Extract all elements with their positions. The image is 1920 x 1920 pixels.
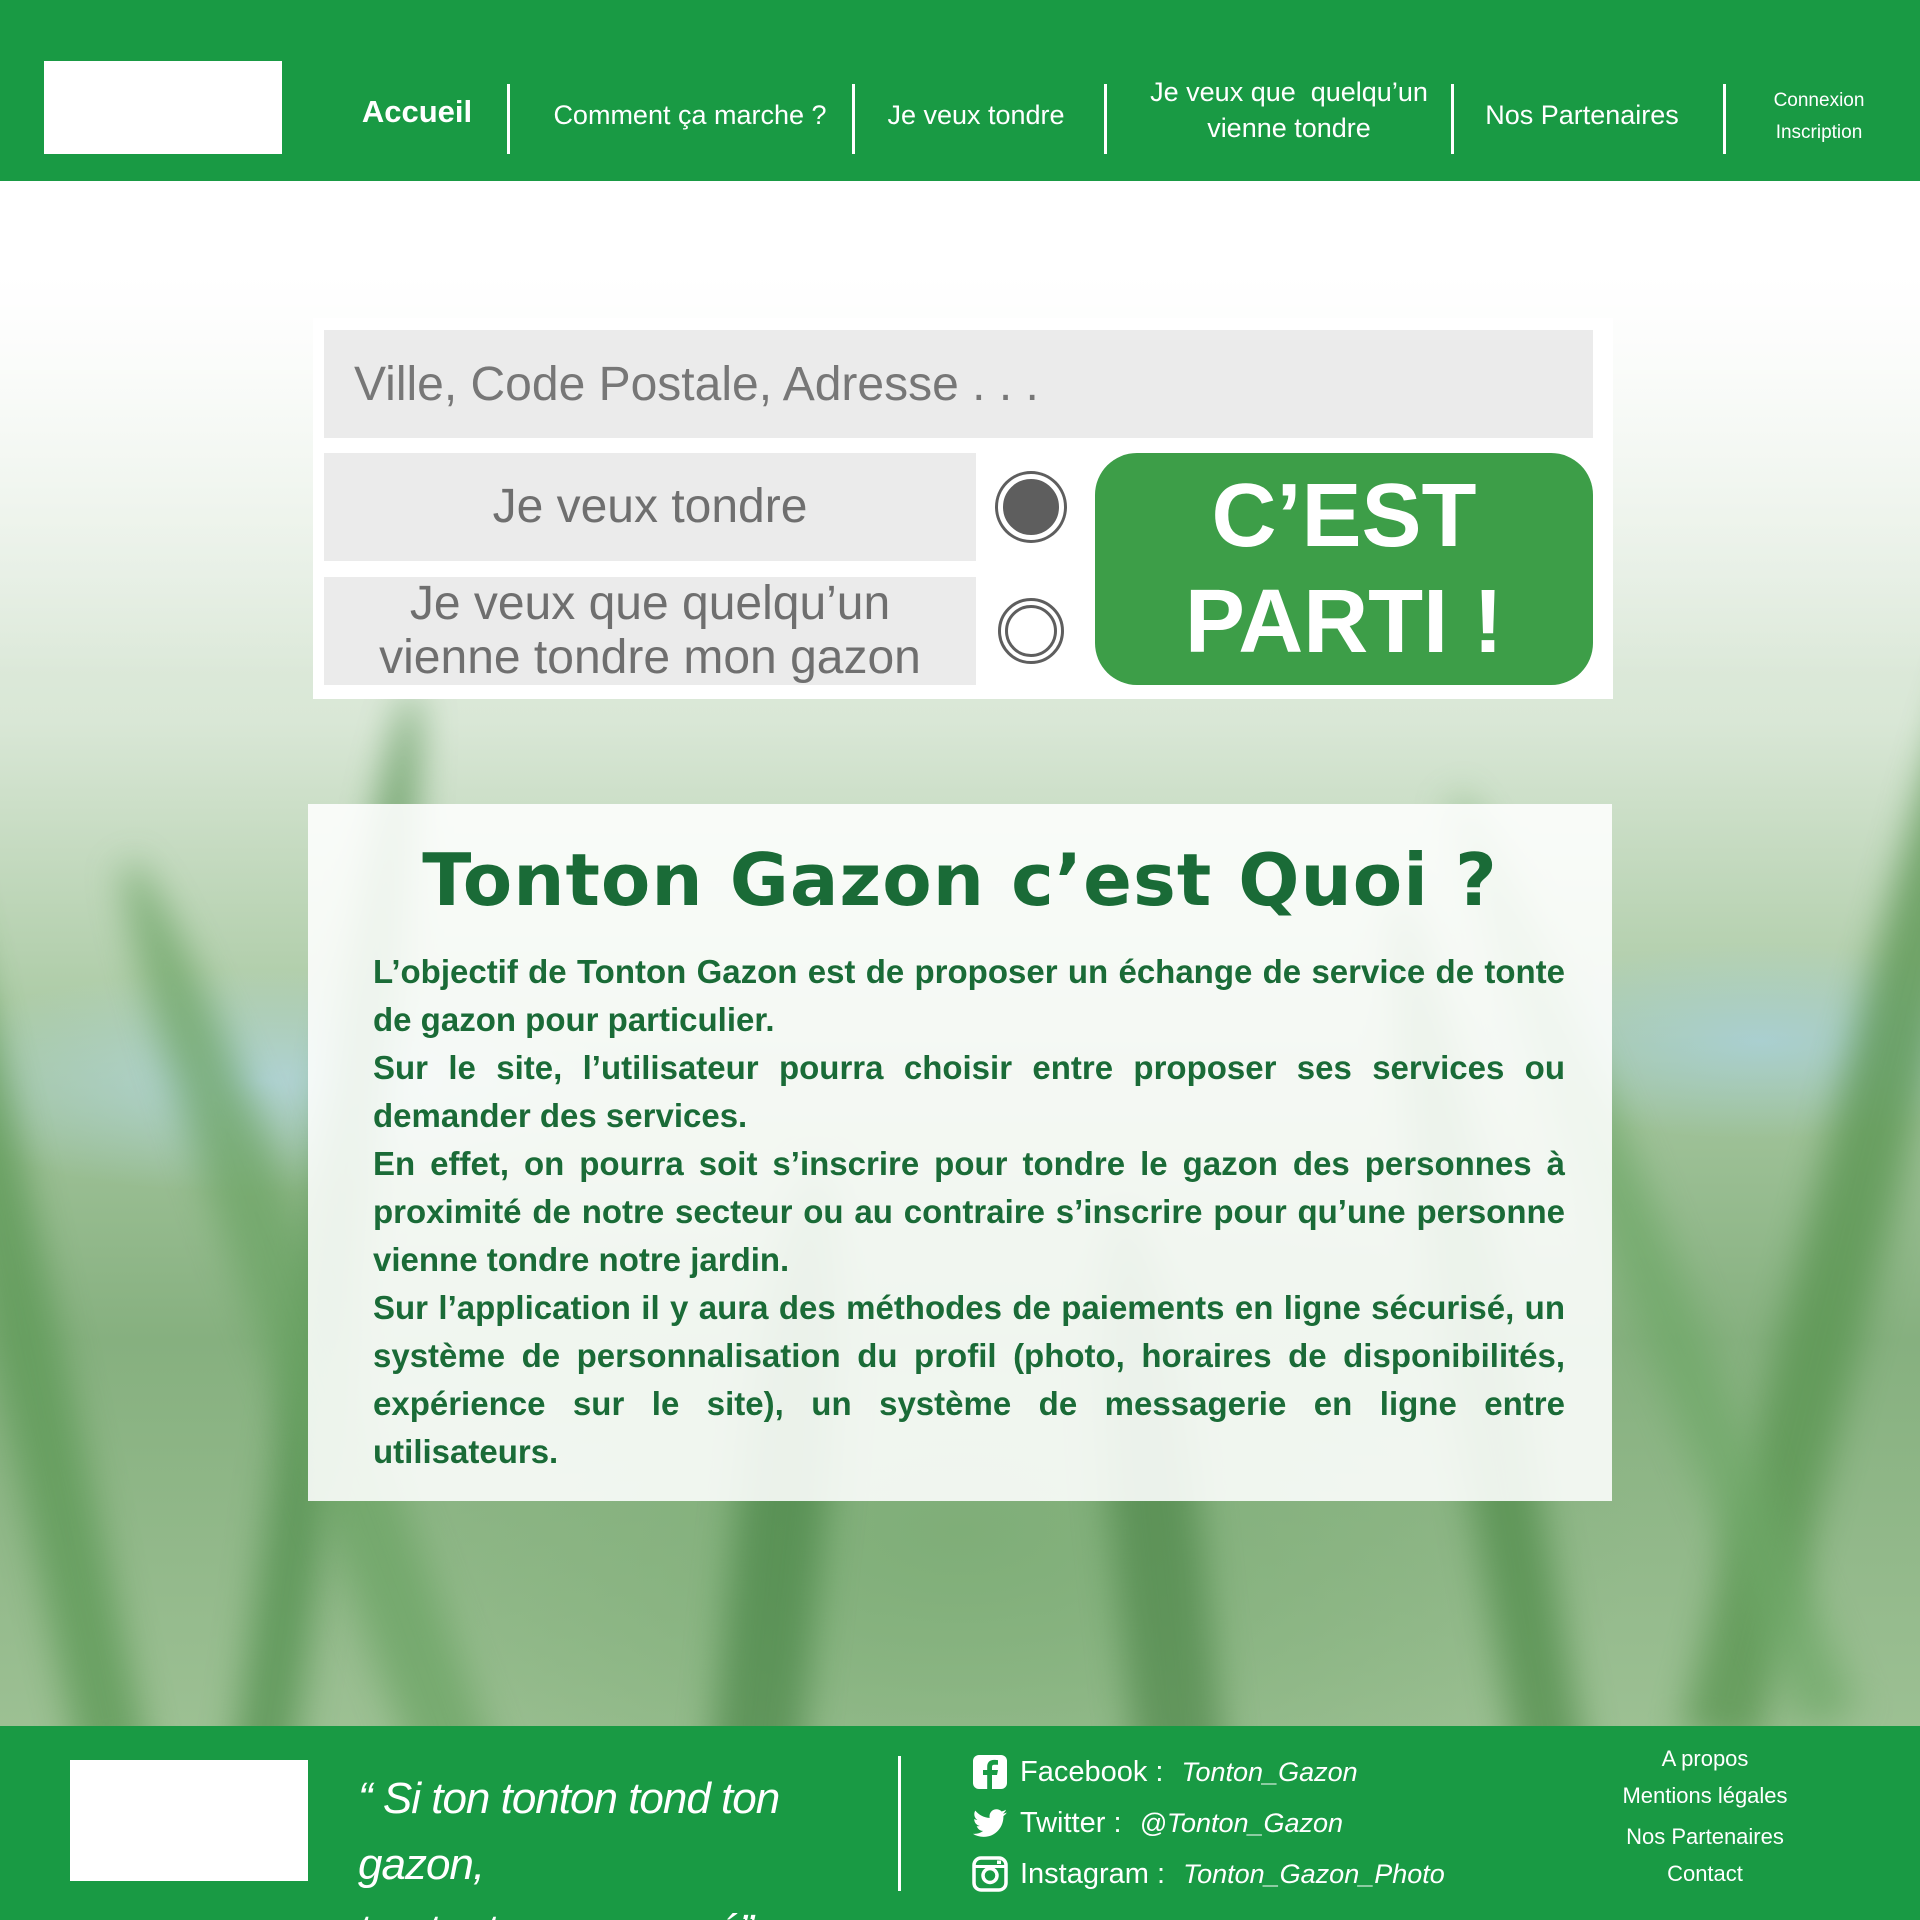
nav-divider	[852, 84, 855, 154]
social-label: Twitter :	[1020, 1806, 1122, 1839]
nav-je-veux-que-quelquun[interactable]: Je veux que quelqu’un vienne tondre	[1130, 74, 1448, 146]
nav-je-veux-tondre[interactable]: Je veux tondre	[870, 100, 1082, 131]
footer-link-mentions-legales[interactable]: Mentions légales	[1585, 1783, 1825, 1809]
nav-line: vienne tondre	[1207, 113, 1371, 143]
option-label: Je veux tondre	[492, 480, 808, 533]
address-search-input[interactable]	[324, 330, 1593, 438]
nav-divider	[1723, 84, 1726, 154]
social-handle: Tonton_Gazon	[1181, 1756, 1358, 1787]
social-instagram[interactable]: Instagram : Tonton_Gazon_Photo	[970, 1852, 1445, 1896]
facebook-icon	[973, 1755, 1007, 1789]
nav-connexion[interactable]: Connexion	[1744, 90, 1894, 112]
footer-link-nos-partenaires[interactable]: Nos Partenaires	[1585, 1824, 1825, 1850]
option-label: Je veux que quelqu’un	[409, 577, 891, 630]
about-paragraph: Sur l’application il y aura des méthodes…	[373, 1289, 1565, 1470]
footer-logo-placeholder[interactable]	[70, 1760, 308, 1881]
social-twitter[interactable]: Twitter : @Tonton_Gazon	[970, 1801, 1343, 1845]
option-label: vienne tondre mon gazon	[379, 631, 921, 684]
cest-parti-button[interactable]: C’EST PARTI !	[1095, 453, 1593, 685]
option-je-veux-tondre[interactable]: Je veux tondre	[324, 453, 976, 561]
social-label: Instagram :	[1020, 1857, 1166, 1890]
footer: “ Si ton tonton tond ton gazon, ton tont…	[0, 1726, 1920, 1920]
nav-nos-partenaires[interactable]: Nos Partenaires	[1470, 100, 1694, 131]
nav-divider	[1104, 84, 1107, 154]
about-paragraph: L’objectif de Tonton Gazon est de propos…	[373, 953, 1565, 1038]
radio-je-veux-tondre[interactable]	[998, 474, 1064, 540]
nav-inscription[interactable]: Inscription	[1744, 122, 1894, 144]
social-handle: @Tonton_Gazon	[1139, 1807, 1344, 1838]
slogan-line: “ Si ton tonton tond ton gazon,	[358, 1774, 780, 1889]
social-facebook[interactable]: Facebook : Tonton_Gazon	[970, 1750, 1358, 1794]
social-label: Facebook :	[1020, 1755, 1164, 1788]
radio-je-veux-que-quelquun[interactable]	[998, 598, 1064, 664]
footer-slogan: “ Si ton tonton tond ton gazon, ton tont…	[358, 1766, 878, 1920]
button-line: PARTI !	[1184, 572, 1504, 672]
footer-divider	[898, 1756, 901, 1891]
nav-divider	[1451, 84, 1454, 154]
nav-comment-ca-marche[interactable]: Comment ça marche ?	[540, 100, 840, 131]
nav-accueil[interactable]: Accueil	[350, 94, 484, 130]
option-je-veux-que-quelquun[interactable]: Je veux que quelqu’un vienne tondre mon …	[324, 577, 976, 685]
top-navbar: Accueil Comment ça marche ? Je veux tond…	[0, 0, 1920, 181]
slogan-line: ton tonton sera payé”	[358, 1898, 878, 1920]
about-title: Tonton Gazon c’est Quoi ?	[422, 838, 1498, 922]
twitter-icon	[972, 1809, 1007, 1837]
nav-divider	[507, 84, 510, 154]
about-paragraph: En effet, on pourra soit s’inscrire pour…	[373, 1145, 1565, 1278]
instagram-icon	[972, 1856, 1008, 1892]
about-paragraph: Sur le site, l’utilisateur pourra choisi…	[373, 1049, 1565, 1134]
logo-placeholder[interactable]	[44, 61, 282, 154]
nav-line: Je veux que quelqu’un	[1150, 77, 1428, 107]
social-handle: Tonton_Gazon_Photo	[1183, 1858, 1445, 1889]
about-panel: Tonton Gazon c’est Quoi ? L’objectif de …	[308, 804, 1612, 1501]
footer-link-contact[interactable]: Contact	[1585, 1861, 1825, 1887]
about-text: L’objectif de Tonton Gazon est de propos…	[373, 948, 1565, 1476]
footer-link-a-propos[interactable]: A propos	[1585, 1746, 1825, 1772]
button-line: C’EST	[1211, 466, 1477, 566]
